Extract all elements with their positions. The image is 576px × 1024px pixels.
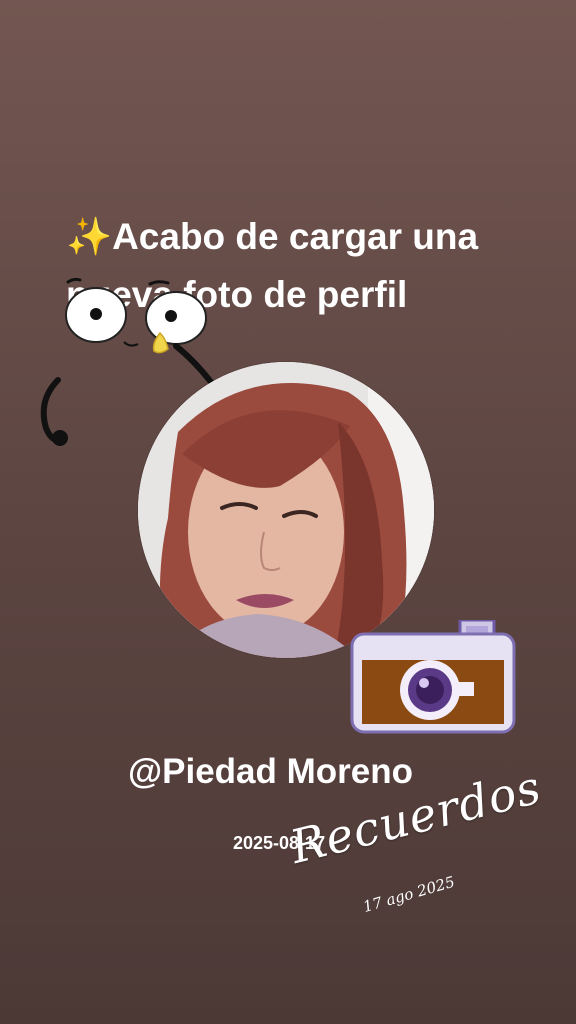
username[interactable]: @Piedad Moreno [128,752,413,792]
camera-icon[interactable] [348,620,518,736]
profile-photo[interactable] [138,362,434,658]
sticker-date[interactable]: 17 ago 2025 [361,873,457,916]
